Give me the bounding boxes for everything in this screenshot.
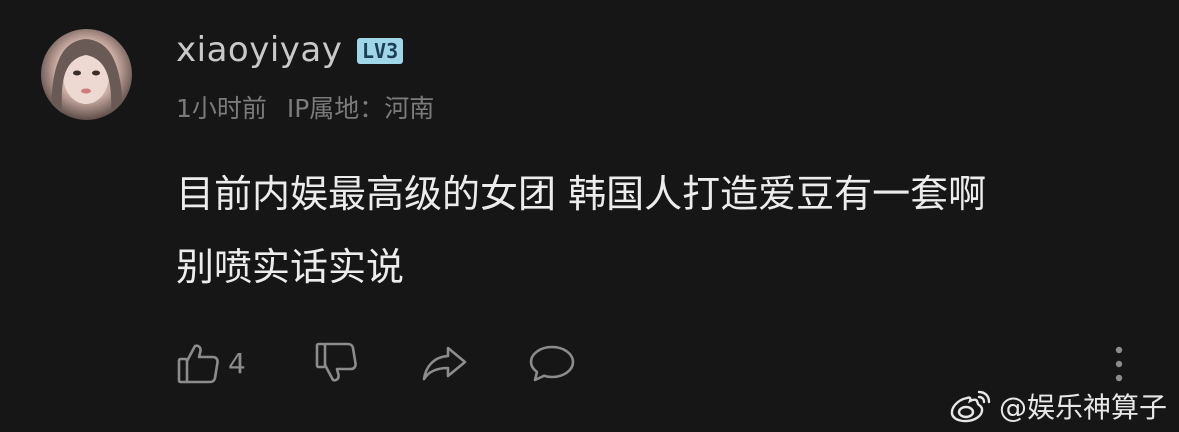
like-button[interactable]: 4 [176, 338, 246, 388]
comment-text: 目前内娱最高级的女团 韩国人打造爱豆有一套啊 别喷实话实说 [176, 158, 1136, 304]
weibo-icon [950, 390, 991, 423]
username[interactable]: xiaoyiyay [176, 30, 342, 70]
thumbs-down-icon [315, 342, 357, 382]
comment-text-line: 别喷实话实说 [176, 245, 405, 289]
ip-location: IP属地：河南 [286, 94, 435, 123]
comment-time: 1小时前 [176, 94, 267, 123]
dislike-button[interactable] [314, 338, 360, 388]
comment-text-line: 目前内娱最高级的女团 韩国人打造爱豆有一套啊 [176, 172, 987, 216]
like-count: 4 [228, 346, 246, 380]
more-options-button[interactable] [1108, 344, 1130, 384]
avatar[interactable] [41, 29, 132, 120]
thumbs-up-icon [177, 344, 219, 384]
share-arrow-icon [422, 346, 467, 381]
watermark: @娱乐神算子 [949, 386, 1167, 426]
share-button[interactable] [421, 338, 469, 388]
comment-bubble-icon [529, 345, 575, 382]
reply-button[interactable] [528, 338, 576, 388]
comment-card: xiaoyiyay LV3 1小时前 IP属地：河南 目前内娱最高级的女团 韩国… [0, 0, 1179, 432]
level-badge: LV3 [357, 38, 404, 64]
watermark-text: @娱乐神算子 [998, 391, 1167, 424]
more-vertical-icon [1115, 346, 1123, 382]
avatar-image [51, 39, 123, 120]
comment-meta: 1小时前 IP属地：河南 [176, 89, 446, 125]
